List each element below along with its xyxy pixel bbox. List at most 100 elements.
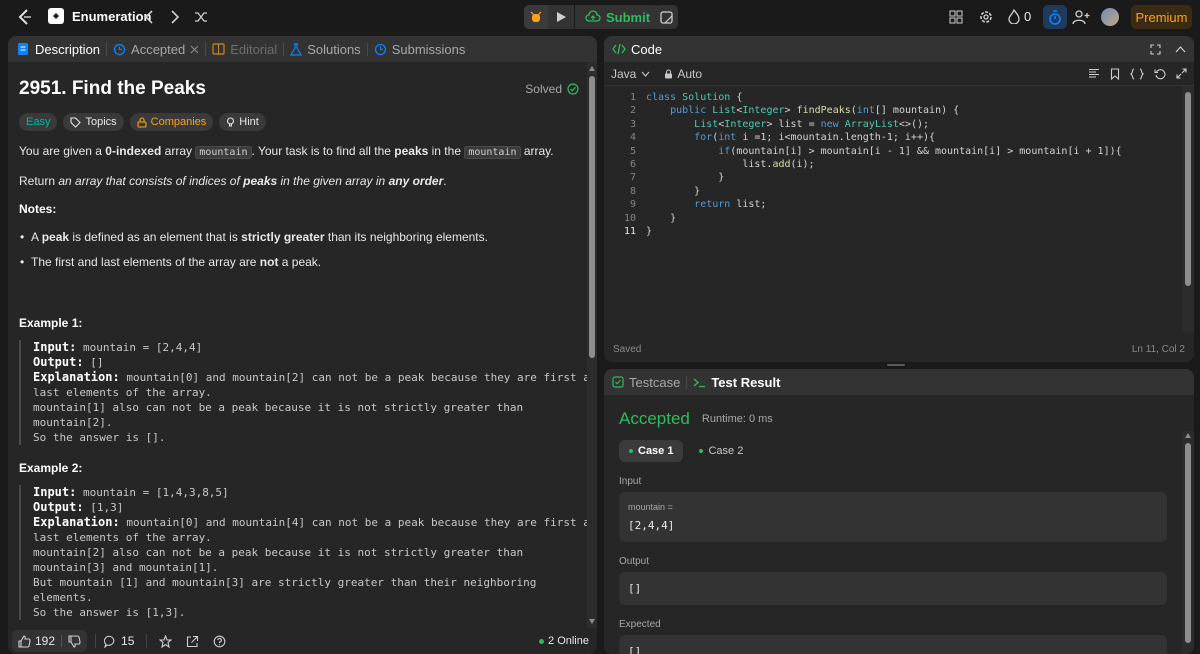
code-panel-header: Code [604, 36, 1194, 62]
bookmark-icon[interactable] [1110, 67, 1120, 80]
scrollbar-thumb[interactable] [1185, 443, 1191, 643]
chevron-down-icon [641, 71, 650, 77]
scroll-down-icon[interactable] [589, 619, 595, 624]
problem-statement: You are given a 0-indexed array mountain… [19, 144, 554, 159]
line-number: 2 [629, 105, 636, 117]
expand-icon[interactable] [1176, 68, 1187, 79]
top-bar: Enumeration Submit 0 Premium [0, 0, 1200, 34]
tab-testcase[interactable]: Testcase [612, 375, 680, 390]
example-2-heading: Example 2: [19, 461, 83, 475]
comments-button[interactable]: 15 [104, 634, 134, 648]
book-icon [212, 43, 225, 55]
tag-icon [70, 116, 82, 128]
list-item: • A peak is defined as an element that is… [20, 230, 488, 244]
resize-handle[interactable] [887, 364, 905, 366]
tab-submissions[interactable]: Submissions [374, 42, 465, 57]
premium-button[interactable]: Premium [1131, 5, 1192, 29]
layout-icon[interactable] [949, 10, 963, 24]
debug-icon[interactable] [524, 5, 548, 29]
output-box[interactable]: [] [619, 572, 1167, 605]
shuffle-icon[interactable] [194, 10, 208, 24]
problem-list-button[interactable]: Enumeration [48, 8, 151, 24]
tab-test-result[interactable]: Test Result [693, 375, 780, 390]
line-number: 8 [629, 185, 636, 197]
timer-icon[interactable] [1043, 5, 1067, 29]
result-scrollbar[interactable] [1182, 431, 1194, 654]
check-circle-icon [567, 83, 579, 95]
reset-icon[interactable] [1154, 68, 1166, 80]
tab-accepted[interactable]: Accepted [113, 42, 199, 57]
format-icon[interactable] [1088, 68, 1100, 79]
example-1-heading: Example 1: [19, 316, 83, 330]
history-icon [113, 43, 126, 56]
chevron-up-icon[interactable] [1175, 45, 1186, 53]
scrollbar-thumb[interactable] [1185, 92, 1191, 286]
tab-editorial[interactable]: Editorial [212, 42, 277, 57]
language-select[interactable]: Java [611, 67, 650, 81]
problem-list-label: Enumeration [72, 8, 152, 24]
next-problem-icon[interactable] [170, 10, 180, 24]
notes-icon[interactable] [654, 5, 678, 29]
line-number: 4 [629, 132, 636, 144]
prev-problem-icon[interactable] [144, 10, 154, 24]
expected-box[interactable]: [] [619, 635, 1167, 654]
code-editor[interactable]: 1 class Solution { 2 public List<Integer>… [604, 91, 1180, 291]
input-variable: mountain = [628, 502, 673, 512]
leetcode-logo-icon[interactable] [16, 8, 34, 26]
list-item: • The first and last elements of the arra… [20, 255, 322, 269]
braces-icon[interactable] [1130, 67, 1144, 80]
editor-status-bar: Saved Ln 11, Col 2 [604, 336, 1194, 362]
run-button[interactable] [548, 5, 574, 29]
submit-button[interactable]: Submit [574, 5, 660, 29]
avatar[interactable] [1101, 8, 1119, 26]
hint-button[interactable]: Hint [219, 113, 266, 131]
streak-counter[interactable]: 0 [1008, 9, 1031, 24]
tab-solutions[interactable]: Solutions [290, 42, 361, 57]
divider [146, 634, 148, 648]
tab-code[interactable]: Code [612, 42, 662, 57]
terminal-icon [693, 377, 706, 388]
line-number: 11 [623, 225, 636, 237]
divider [95, 634, 97, 648]
verdict: Accepted [619, 409, 690, 428]
input-value: [2,4,4] [628, 519, 675, 532]
thumbs-down-icon[interactable] [62, 630, 87, 652]
runtime: Runtime: 0 ms [701, 413, 773, 425]
result-panel: Testcase Test Result Accepted Runtime: 0… [604, 369, 1194, 654]
notes-list: • A peak is defined as an element that is… [19, 228, 579, 271]
share-icon[interactable] [186, 635, 199, 648]
case-tabs: Case 1 Case 2 [619, 440, 753, 462]
companies-button[interactable]: Companies [129, 113, 214, 131]
help-icon[interactable] [213, 635, 226, 648]
like-button[interactable]: 192 [12, 630, 61, 652]
gear-icon[interactable] [978, 9, 994, 25]
auto-mode[interactable]: Auto [664, 67, 702, 81]
lightbulb-icon [226, 116, 235, 128]
line-number: 9 [629, 199, 636, 211]
cursor-position: Ln 11, Col 2 [1131, 343, 1185, 355]
like-group: 192 [12, 630, 88, 652]
tab-case-2[interactable]: Case 2 [689, 440, 753, 462]
code-scrollbar[interactable] [1182, 86, 1194, 332]
tag-row: Easy Topics Companies Hint [19, 113, 579, 131]
scroll-up-icon[interactable] [1185, 433, 1191, 438]
close-icon[interactable] [190, 45, 199, 54]
scrollbar-thumb[interactable] [589, 76, 595, 358]
tab-description[interactable]: Description [16, 42, 100, 57]
add-user-icon[interactable] [1072, 9, 1090, 25]
result-tab-bar: Testcase Test Result [604, 369, 1194, 395]
run-controls: Submit [524, 5, 661, 29]
input-box[interactable]: mountain = [2,4,4] [619, 492, 1167, 542]
maximize-icon[interactable] [1150, 43, 1161, 55]
scroll-up-icon[interactable] [589, 66, 595, 71]
thumbs-up-icon [18, 634, 31, 648]
description-scrollbar[interactable] [587, 62, 597, 628]
tab-case-1[interactable]: Case 1 [619, 440, 684, 462]
problem-title[interactable]: 2951. Find the Peaks [19, 78, 206, 100]
pass-dot [699, 449, 704, 453]
topics-button[interactable]: Topics [63, 113, 124, 131]
example-2-block: Input: mountain = [1,4,3,8,5] Output: [1… [19, 485, 597, 620]
line-number: 3 [629, 118, 636, 130]
lock-icon [137, 116, 147, 128]
star-icon[interactable] [159, 634, 173, 648]
